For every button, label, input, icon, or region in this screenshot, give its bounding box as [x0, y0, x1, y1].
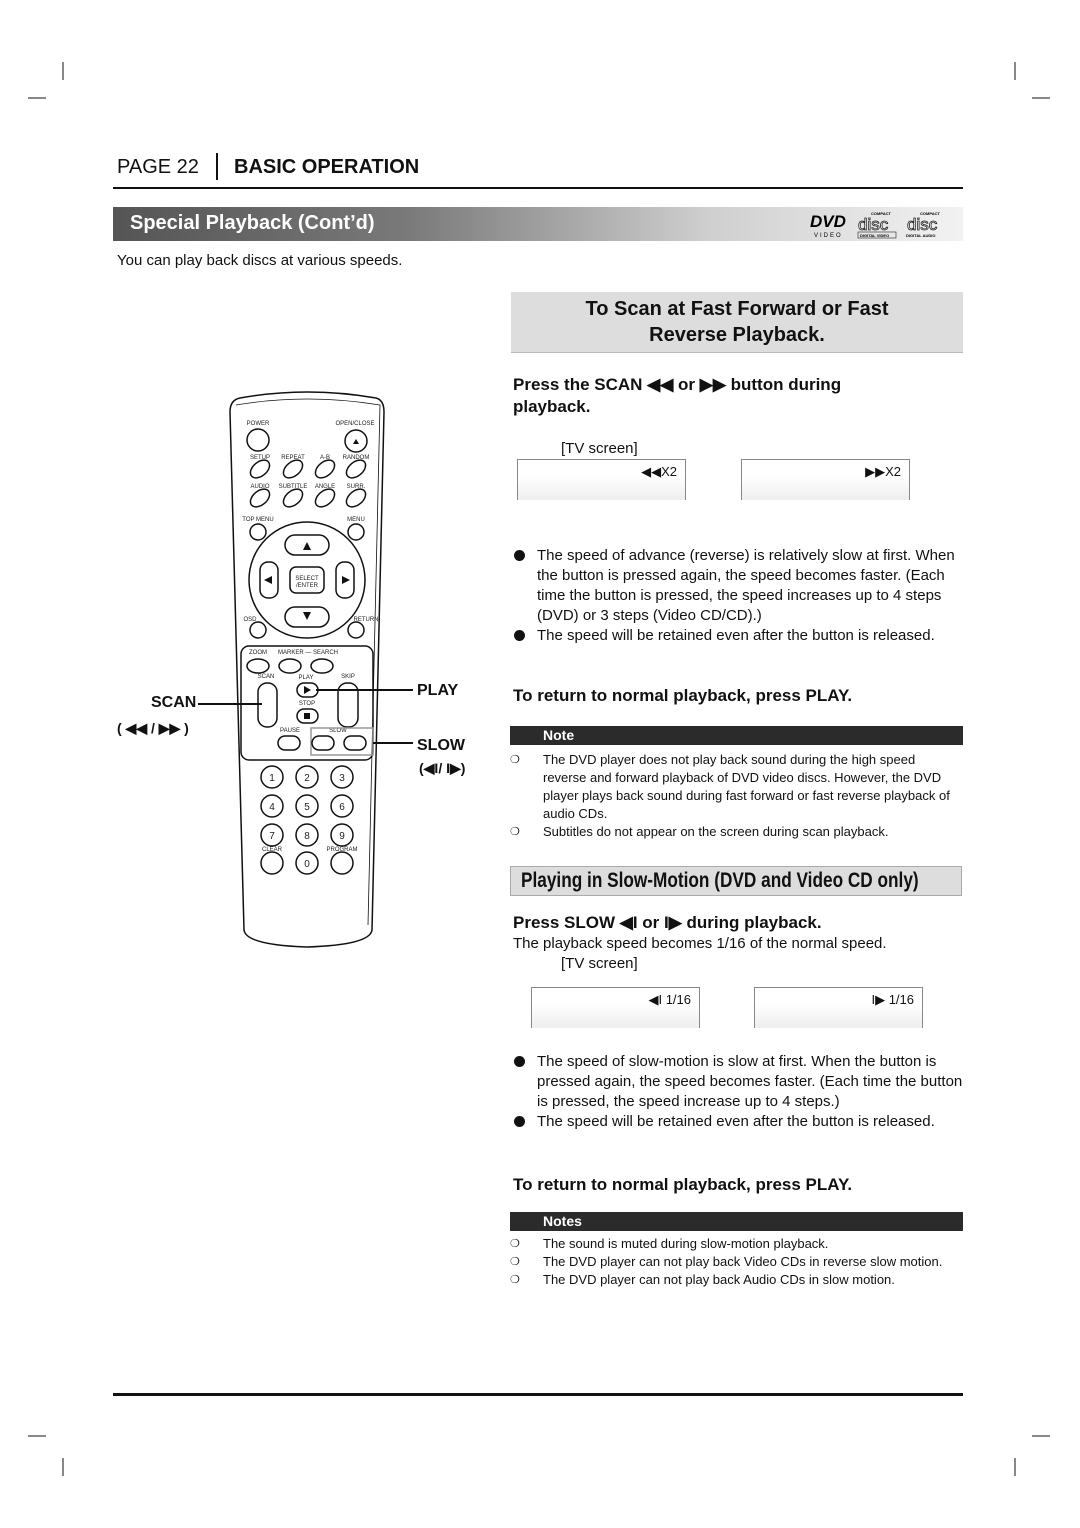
svg-text:/ENTER: /ENTER — [296, 583, 319, 589]
svg-text:TOP MENU: TOP MENU — [242, 517, 273, 523]
svg-text:ZOOM: ZOOM — [249, 650, 267, 656]
svg-text:7: 7 — [269, 831, 275, 842]
manual-page: PAGE 22 BASIC OPERATION Special Playback… — [0, 0, 1080, 1528]
eject-icon — [353, 439, 359, 444]
svg-text:SCAN: SCAN — [258, 674, 275, 680]
power-button[interactable] — [246, 428, 270, 452]
svg-text:8: 8 — [304, 831, 310, 842]
pause-button — [277, 735, 301, 751]
svg-text:9: 9 — [339, 831, 345, 842]
svg-text:SKIP: SKIP — [341, 674, 355, 680]
slow-forward-button — [343, 735, 367, 751]
svg-text:PAUSE: PAUSE — [280, 728, 300, 734]
svg-text:6: 6 — [339, 802, 345, 813]
svg-text:1: 1 — [269, 773, 275, 784]
svg-text:4: 4 — [269, 802, 275, 813]
svg-text:STOP: STOP — [299, 701, 315, 707]
svg-text:SLOW: SLOW — [329, 728, 347, 734]
crop-marks — [28, 62, 1050, 1476]
svg-text:OPEN/CLOSE: OPEN/CLOSE — [335, 421, 374, 427]
svg-text:SUBTITLE: SUBTITLE — [279, 484, 308, 490]
svg-text:PLAY: PLAY — [299, 675, 314, 681]
svg-text:2: 2 — [304, 773, 310, 784]
svg-text:POWER: POWER — [247, 421, 270, 427]
svg-text:MARKER — SEARCH: MARKER — SEARCH — [278, 650, 338, 656]
svg-text:0: 0 — [304, 859, 310, 870]
svg-text:SELECT: SELECT — [295, 576, 319, 582]
svg-text:MENU: MENU — [347, 517, 365, 523]
slow-reverse-button — [311, 735, 335, 751]
svg-text:5: 5 — [304, 802, 310, 813]
svg-text:RANDOM: RANDOM — [343, 455, 370, 461]
remote-control-illustration: POWER OPEN/CLOSE SETUP REPEAT A-B RANDOM A… — [28, 62, 1050, 1476]
svg-text:3: 3 — [339, 773, 345, 784]
